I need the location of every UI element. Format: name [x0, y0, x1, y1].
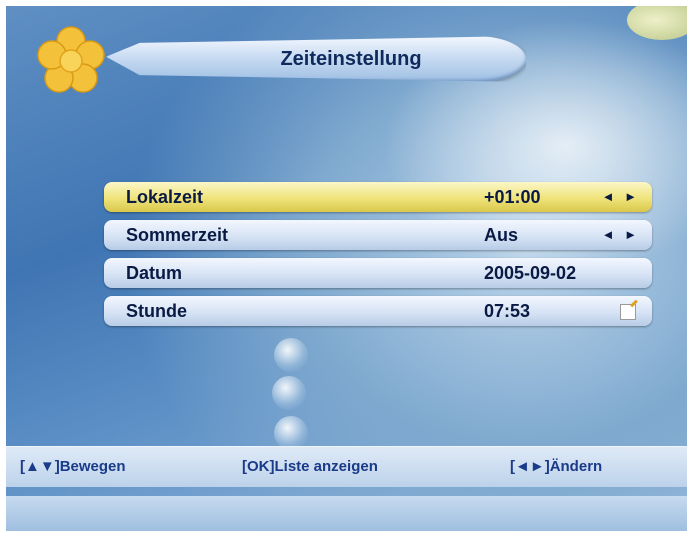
- hint-change-key: [◄►]: [510, 458, 550, 475]
- hint-ok: [OK]Liste anzeigen: [242, 447, 378, 487]
- menu-item-label: Stunde: [126, 301, 187, 321]
- footer-decoration: [6, 496, 687, 531]
- hint-move-label: Bewegen: [59, 458, 126, 475]
- left-right-arrows-icon[interactable]: ◄ ►: [602, 182, 640, 212]
- hint-move: [▲▼]Bewegen: [20, 447, 126, 487]
- menu-item-stunde[interactable]: Stunde 07:53: [104, 296, 652, 326]
- flower-icon: [37, 26, 105, 93]
- footer-hint-bar: [▲▼]Bewegen [OK]Liste anzeigen [◄►]Änder…: [6, 446, 687, 487]
- hint-move-key: [▲▼]: [20, 458, 60, 475]
- left-right-arrows-icon[interactable]: ◄ ►: [602, 220, 640, 250]
- bubble-decoration: [274, 416, 308, 450]
- tv-screen: Zeiteinstellung Lokalzeit +01:00 ◄ ► Som…: [6, 6, 687, 531]
- menu-item-value: +01:00: [484, 187, 541, 207]
- menu-item-lokalzeit[interactable]: Lokalzeit +01:00 ◄ ►: [104, 182, 652, 212]
- menu-item-sommerzeit[interactable]: Sommerzeit Aus ◄ ►: [104, 220, 652, 250]
- edit-icon[interactable]: [620, 304, 636, 320]
- bubble-decoration: [272, 376, 306, 410]
- hint-ok-label: Liste anzeigen: [274, 458, 378, 475]
- hint-change-label: Ändern: [549, 458, 603, 475]
- page-title: Zeiteinstellung: [280, 48, 422, 70]
- menu-item-label: Datum: [126, 263, 183, 283]
- bubble-decoration: [274, 338, 308, 372]
- hint-change: [◄►]Ändern: [510, 447, 602, 487]
- menu-item-value: 07:53: [484, 301, 531, 321]
- menu-item-datum[interactable]: Datum 2005-09-02: [104, 258, 652, 288]
- menu-item-value: 2005-09-02: [484, 263, 577, 283]
- leaf-decoration: [627, 6, 687, 40]
- menu-item-label: Sommerzeit: [126, 225, 229, 245]
- hint-ok-key: [OK]: [242, 458, 275, 475]
- menu-item-value: Aus: [484, 225, 519, 245]
- menu-item-label: Lokalzeit: [126, 187, 204, 207]
